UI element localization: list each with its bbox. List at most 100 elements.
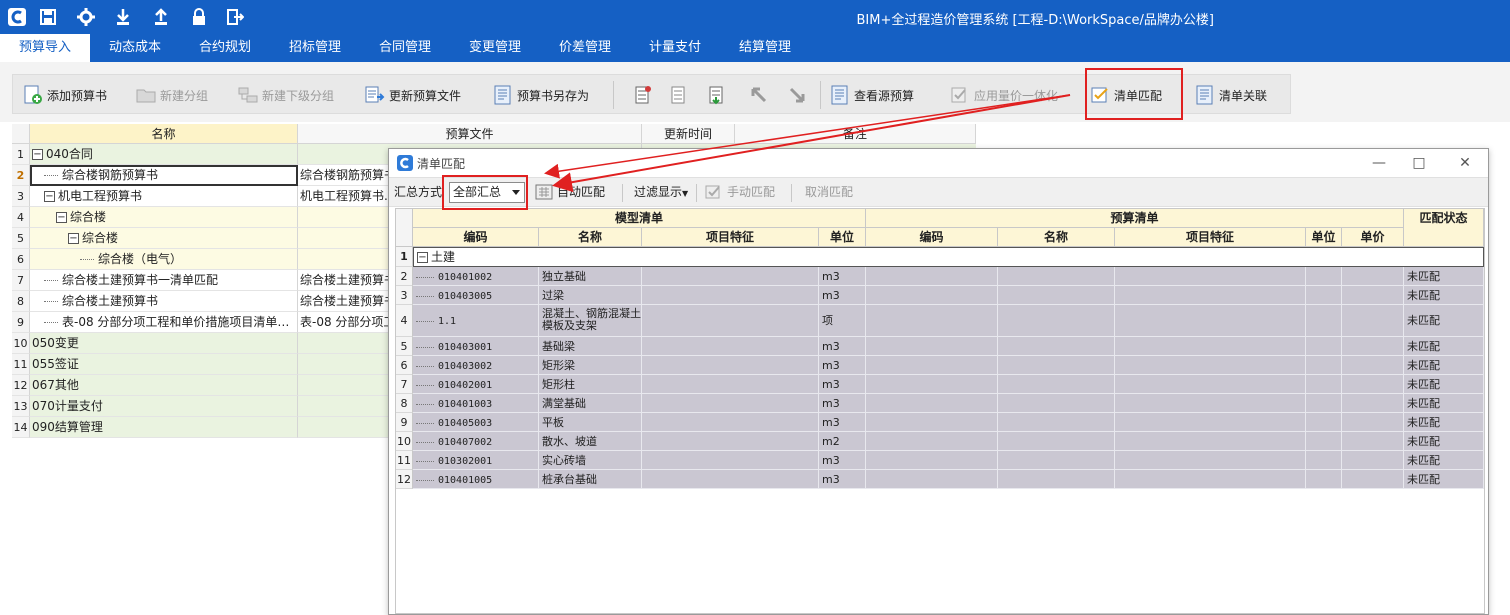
model-feature-cell[interactable] bbox=[642, 305, 819, 337]
model-feature-cell[interactable] bbox=[642, 375, 819, 394]
unit-price-cell[interactable] bbox=[1342, 375, 1404, 394]
budget-name-cell[interactable]: − 综合楼 bbox=[30, 228, 298, 249]
model-code-cell[interactable]: 010401003 bbox=[413, 394, 539, 413]
bill-row[interactable]: 7 010402001 矩形柱 m3 未匹配 bbox=[396, 375, 1484, 394]
budget-code-cell[interactable] bbox=[866, 432, 998, 451]
budget-unit-cell[interactable] bbox=[1306, 375, 1342, 394]
model-name-cell[interactable]: 基础梁 bbox=[539, 337, 642, 356]
model-unit-cell[interactable]: m3 bbox=[819, 375, 866, 394]
budget-code-cell[interactable] bbox=[866, 286, 998, 305]
budget-feature-cell[interactable] bbox=[1115, 375, 1306, 394]
collapse-toggle-icon[interactable]: − bbox=[32, 149, 43, 160]
budget-code-cell[interactable] bbox=[866, 413, 998, 432]
unit-price-cell[interactable] bbox=[1342, 305, 1404, 337]
collapse-toggle-icon[interactable]: − bbox=[68, 233, 79, 244]
budget-code-cell[interactable] bbox=[866, 337, 998, 356]
budget-unit-cell[interactable] bbox=[1306, 305, 1342, 337]
budget-name-cell[interactable] bbox=[998, 337, 1115, 356]
new-subgroup-button[interactable]: 新建下级分组 bbox=[238, 75, 334, 115]
model-unit-cell[interactable]: m3 bbox=[819, 394, 866, 413]
upload-icon[interactable] bbox=[150, 6, 172, 28]
tab-settlement[interactable]: 结算管理 bbox=[720, 34, 810, 62]
budget-code-cell[interactable] bbox=[866, 394, 998, 413]
model-unit-cell[interactable]: m3 bbox=[819, 413, 866, 432]
save-icon[interactable] bbox=[37, 6, 59, 28]
header-match-status[interactable]: 匹配状态 bbox=[1404, 209, 1484, 247]
model-name-cell[interactable]: 平板 bbox=[539, 413, 642, 432]
bill-row[interactable]: 3 010403005 过梁 m3 未匹配 bbox=[396, 286, 1484, 305]
dialog-title-bar[interactable]: 清单匹配 — □ ✕ bbox=[389, 149, 1488, 177]
budget-unit-cell[interactable] bbox=[1306, 286, 1342, 305]
column-header-model-name[interactable]: 名称 bbox=[539, 228, 642, 247]
budget-unit-cell[interactable] bbox=[1306, 394, 1342, 413]
budget-code-cell[interactable] bbox=[866, 470, 998, 489]
budget-name-cell[interactable]: 090结算管理 bbox=[30, 417, 298, 438]
column-header-budget-code[interactable]: 编码 bbox=[866, 228, 998, 247]
auto-match-button[interactable]: 自动匹配 bbox=[535, 178, 605, 206]
model-feature-cell[interactable] bbox=[642, 337, 819, 356]
update-budget-file-button[interactable]: 更新预算文件 bbox=[365, 75, 461, 115]
budget-name-cell[interactable] bbox=[998, 286, 1115, 305]
gear-icon[interactable] bbox=[75, 6, 97, 28]
budget-feature-cell[interactable] bbox=[1115, 394, 1306, 413]
model-unit-cell[interactable]: m2 bbox=[819, 432, 866, 451]
model-feature-cell[interactable] bbox=[642, 451, 819, 470]
budget-feature-cell[interactable] bbox=[1115, 286, 1306, 305]
unit-price-cell[interactable] bbox=[1342, 267, 1404, 286]
group-row-civil[interactable]: 1− 土建 bbox=[396, 247, 1484, 267]
budget-name-cell[interactable] bbox=[998, 413, 1115, 432]
tab-contract-management[interactable]: 合同管理 bbox=[360, 34, 450, 62]
match-status-cell[interactable]: 未匹配 bbox=[1404, 286, 1484, 305]
model-code-cell[interactable]: 010407002 bbox=[413, 432, 539, 451]
budget-name-cell[interactable]: − 机电工程预算书 bbox=[30, 186, 298, 207]
model-name-cell[interactable]: 过梁 bbox=[539, 286, 642, 305]
bill-row[interactable]: 10 010407002 散水、坡道 m2 未匹配 bbox=[396, 432, 1484, 451]
model-name-cell[interactable]: 矩形柱 bbox=[539, 375, 642, 394]
match-status-cell[interactable]: 未匹配 bbox=[1404, 470, 1484, 489]
unit-price-cell[interactable] bbox=[1342, 413, 1404, 432]
model-feature-cell[interactable] bbox=[642, 356, 819, 375]
unit-price-cell[interactable] bbox=[1342, 432, 1404, 451]
column-header-budget-name[interactable]: 名称 bbox=[998, 228, 1115, 247]
budget-code-cell[interactable] bbox=[866, 356, 998, 375]
model-unit-cell[interactable]: m3 bbox=[819, 470, 866, 489]
budget-name-cell[interactable]: 表-08 分部分项工程和单价措施项目清单… bbox=[30, 312, 298, 333]
model-code-cell[interactable]: 010403005 bbox=[413, 286, 539, 305]
model-code-cell[interactable]: 010401002 bbox=[413, 267, 539, 286]
view-source-budget-button[interactable]: 查看源预算 bbox=[830, 75, 914, 115]
budget-name-cell[interactable]: 070计量支付 bbox=[30, 396, 298, 417]
model-name-cell[interactable]: 矩形梁 bbox=[539, 356, 642, 375]
budget-name-cell[interactable] bbox=[998, 470, 1115, 489]
model-unit-cell[interactable]: m3 bbox=[819, 267, 866, 286]
column-header-model-unit[interactable]: 单位 bbox=[819, 228, 866, 247]
budget-feature-cell[interactable] bbox=[1115, 356, 1306, 375]
column-header-unit-price[interactable]: 单价 bbox=[1342, 228, 1404, 247]
budget-name-cell[interactable] bbox=[998, 432, 1115, 451]
match-status-cell[interactable]: 未匹配 bbox=[1404, 356, 1484, 375]
model-name-cell[interactable]: 散水、坡道 bbox=[539, 432, 642, 451]
match-status-cell[interactable]: 未匹配 bbox=[1404, 337, 1484, 356]
model-name-cell[interactable]: 桩承台基础 bbox=[539, 470, 642, 489]
manual-match-button[interactable]: 手动匹配 bbox=[705, 178, 775, 206]
bill-row[interactable]: 6 010403002 矩形梁 m3 未匹配 bbox=[396, 356, 1484, 375]
match-status-cell[interactable]: 未匹配 bbox=[1404, 267, 1484, 286]
model-unit-cell[interactable]: m3 bbox=[819, 337, 866, 356]
model-name-cell[interactable]: 满堂基础 bbox=[539, 394, 642, 413]
column-header-model-code[interactable]: 编码 bbox=[413, 228, 539, 247]
bill-row[interactable]: 11 010302001 实心砖墙 m3 未匹配 bbox=[396, 451, 1484, 470]
copy-row-button[interactable] bbox=[669, 75, 693, 115]
column-header-model-feature[interactable]: 项目特征 bbox=[642, 228, 819, 247]
add-budget-button[interactable]: 添加预算书 bbox=[23, 75, 107, 115]
model-feature-cell[interactable] bbox=[642, 413, 819, 432]
bill-row[interactable]: 4 1.1 混凝土、钢筋混凝土模板及支架 项 未匹配 bbox=[396, 305, 1484, 337]
unit-price-cell[interactable] bbox=[1342, 337, 1404, 356]
budget-unit-cell[interactable] bbox=[1306, 470, 1342, 489]
model-feature-cell[interactable] bbox=[642, 286, 819, 305]
tab-bidding[interactable]: 招标管理 bbox=[270, 34, 360, 62]
match-status-cell[interactable]: 未匹配 bbox=[1404, 394, 1484, 413]
model-code-cell[interactable]: 010302001 bbox=[413, 451, 539, 470]
model-code-cell[interactable]: 1.1 bbox=[413, 305, 539, 337]
model-unit-cell[interactable]: m3 bbox=[819, 451, 866, 470]
unit-price-cell[interactable] bbox=[1342, 451, 1404, 470]
budget-name-cell[interactable]: −040合同 bbox=[30, 144, 298, 165]
